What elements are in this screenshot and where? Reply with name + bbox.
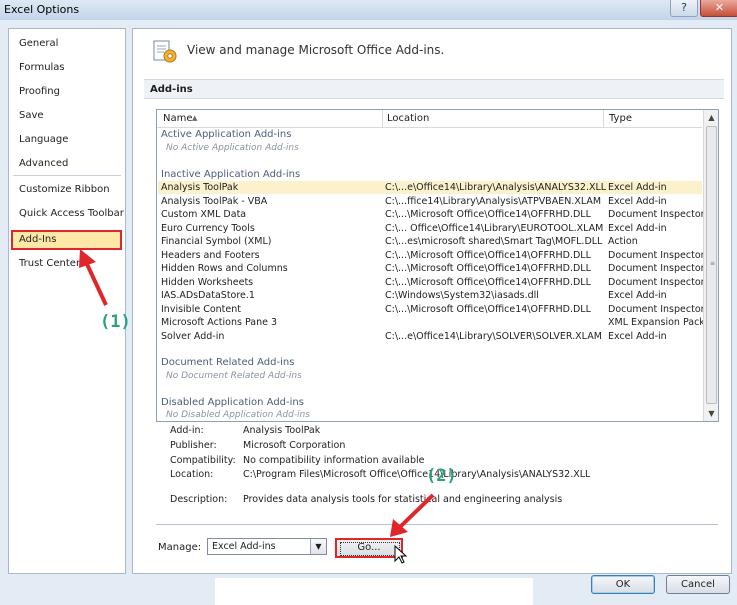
annotation-step-2: (2) — [426, 466, 457, 486]
arrow-to-go-button — [390, 493, 435, 537]
annotation-step-1: (1) — [100, 312, 131, 332]
arrow-to-add-ins — [79, 249, 108, 306]
pointer-cursor-icon — [394, 544, 408, 564]
annotation-arrows — [79, 249, 435, 564]
